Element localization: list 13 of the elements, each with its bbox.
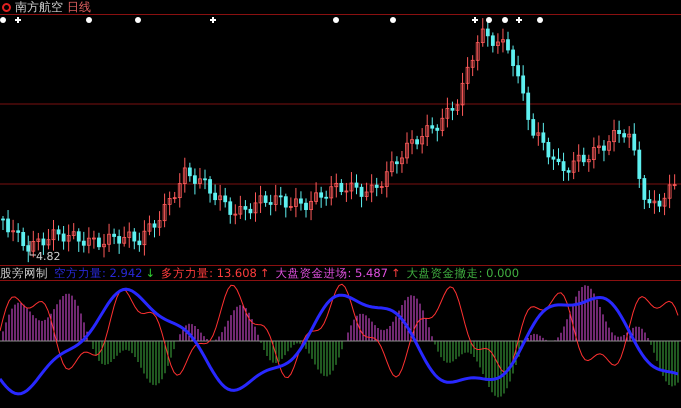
indicator-reading: 多方力量: 13.608 bbox=[161, 266, 257, 280]
indicator-reading: 大盘资金撤走: 0.000 bbox=[406, 266, 520, 280]
indicator-reading: 大盘资金进场: 5.487 bbox=[276, 266, 388, 280]
leader-line bbox=[30, 240, 36, 256]
low-price-label: 4.82 bbox=[36, 251, 60, 263]
trend-arrow: ↑ bbox=[260, 266, 270, 280]
trend-arrow: ↑ bbox=[390, 266, 401, 280]
trend-arrow: ↓ bbox=[145, 266, 156, 280]
indicator-name: 股旁网制 bbox=[0, 266, 48, 280]
indicator-icon bbox=[2, 2, 11, 12]
indicator-reading: 空方力量: 2.942 bbox=[54, 266, 142, 280]
period-label[interactable]: 日线 bbox=[67, 0, 91, 14]
stock-name: 南方航空 bbox=[15, 0, 63, 14]
